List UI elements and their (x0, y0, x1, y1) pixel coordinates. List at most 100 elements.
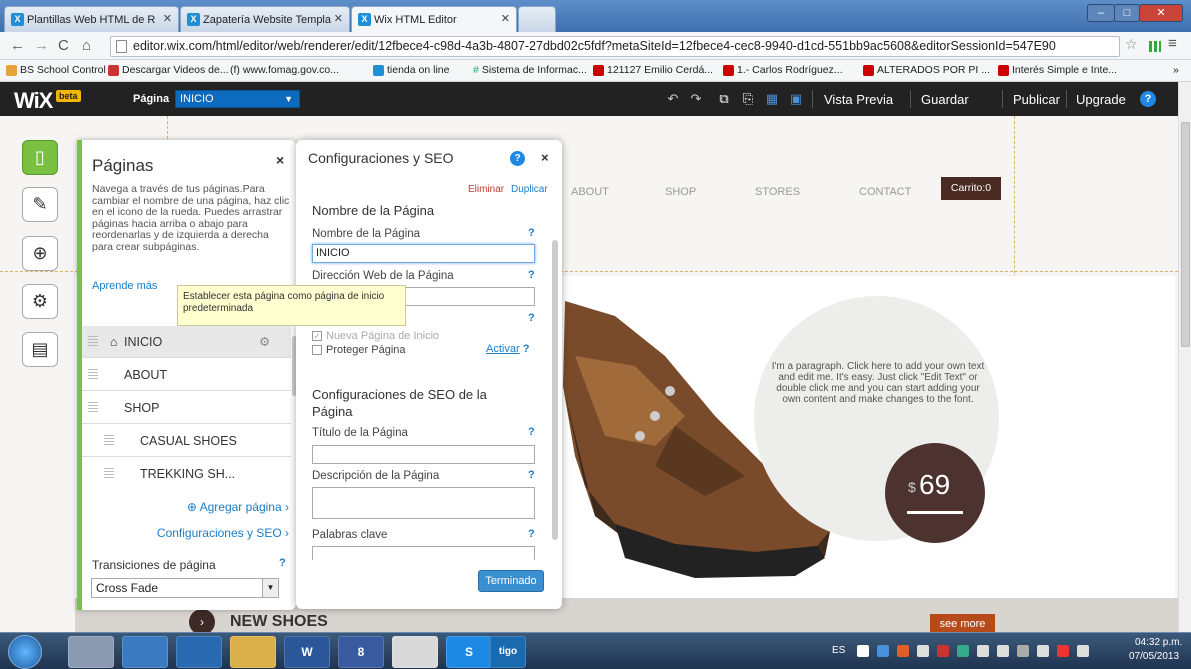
activate-link[interactable]: Activar ? (486, 343, 529, 355)
bookmark-item[interactable]: Interés Simple e Inte... (998, 64, 1117, 76)
help-icon[interactable]: ? (528, 312, 535, 324)
site-nav-stores[interactable]: STORES (755, 186, 800, 198)
page-item-casual-shoes[interactable]: CASUAL SHOES (82, 425, 291, 457)
browser-tab[interactable]: X Plantillas Web HTML de R ✕ (4, 6, 179, 32)
chrome-app-icon[interactable] (392, 636, 438, 668)
help-icon[interactable]: ? (528, 528, 535, 540)
tray-icon[interactable] (1077, 645, 1089, 657)
extension-icon[interactable] (1149, 41, 1161, 52)
tray-icon[interactable] (937, 645, 949, 657)
messenger-app-icon[interactable] (122, 636, 168, 668)
drag-handle-icon[interactable] (88, 402, 98, 412)
drag-handle-icon[interactable] (88, 369, 98, 379)
help-icon[interactable]: ? (528, 426, 535, 438)
home-icon[interactable]: ⌂ (82, 37, 91, 54)
cart-button[interactable]: Carrito:0 (941, 177, 1001, 200)
add-tool-icon[interactable]: ⊕ (22, 236, 58, 271)
seo-settings-link[interactable]: Configuraciones y SEO › (82, 526, 289, 540)
star-icon[interactable]: ☆ (1125, 36, 1138, 53)
close-tab-icon[interactable]: ✕ (163, 12, 172, 25)
language-indicator[interactable]: ES (832, 645, 845, 656)
back-arrow-icon[interactable]: ← (10, 37, 25, 54)
transitions-select[interactable]: Cross Fade ▼ (91, 578, 279, 598)
protect-page-checkbox[interactable]: Proteger Página (312, 344, 406, 356)
calculator-app-icon[interactable] (68, 636, 114, 668)
grid-icon[interactable]: ▦ (764, 91, 780, 107)
close-icon[interactable]: × (276, 152, 284, 168)
bookmark-item[interactable]: BS School Control (6, 64, 106, 76)
add-page-link[interactable]: ⊕ Agregar página › (82, 500, 289, 514)
close-icon[interactable]: × (541, 150, 549, 165)
clock-time[interactable]: 04:32 p.m. (1135, 637, 1182, 648)
tray-icon[interactable] (957, 645, 969, 657)
url-field[interactable]: editor.wix.com/html/editor/web/renderer/… (110, 36, 1120, 57)
drag-handle-icon[interactable] (104, 435, 114, 445)
clock-date[interactable]: 07/05/2013 (1129, 651, 1179, 662)
close-window-icon[interactable]: ✕ (1139, 4, 1183, 22)
browser-tab[interactable]: X Zapatería Website Templa ✕ (180, 6, 350, 32)
undo-icon[interactable]: ↶ (665, 91, 681, 107)
gear-icon[interactable]: ⚙ (259, 326, 270, 358)
redo-icon[interactable]: ↷ (688, 91, 704, 107)
maximize-icon[interactable]: □ (1114, 4, 1140, 22)
seo-panel-scrollbar[interactable] (552, 180, 558, 560)
tray-icon[interactable] (877, 645, 889, 657)
page-item-trekking[interactable]: TREKKING SH... (82, 458, 291, 486)
paste-icon[interactable]: ⎘ (740, 91, 756, 107)
seo-title-input[interactable] (312, 445, 535, 464)
forward-arrow-icon[interactable]: → (34, 37, 49, 54)
settings-tool-icon[interactable]: ⚙ (22, 284, 58, 319)
snap-icon[interactable]: ▣ (788, 91, 804, 107)
site-nav-contact[interactable]: CONTACT (859, 186, 911, 198)
help-icon[interactable]: ? (528, 469, 535, 481)
tray-icon[interactable] (857, 645, 869, 657)
home-page-checkbox[interactable]: ✓ Nueva Página de Inicio (312, 330, 439, 342)
help-icon[interactable]: ? (523, 343, 530, 355)
help-icon[interactable]: ? (510, 151, 525, 166)
help-icon[interactable]: ? (528, 269, 535, 281)
help-icon[interactable]: ? (279, 557, 286, 569)
minimize-icon[interactable]: – (1087, 4, 1115, 22)
bookmarks-overflow[interactable]: » (1173, 64, 1179, 76)
eight-app-icon[interactable]: 8 (338, 636, 384, 668)
bookmark-item[interactable]: # Sistema de Informac... (473, 64, 587, 76)
help-icon[interactable]: ? (1140, 91, 1156, 107)
bookmark-item[interactable]: (f) www.fomag.gov.co... (230, 64, 339, 76)
page-item-about[interactable]: ABOUT (82, 359, 291, 391)
bookmark-item[interactable]: ALTERADOS POR PI ... (863, 64, 990, 76)
pages-tool-icon[interactable]: ▯ (22, 140, 58, 175)
price-badge[interactable]: $ 69 (885, 443, 985, 543)
scrollbar-thumb[interactable] (1181, 122, 1190, 347)
copy-icon[interactable]: ⧉ (716, 91, 732, 107)
drag-handle-icon[interactable] (104, 468, 114, 478)
start-button[interactable] (8, 635, 42, 669)
bookmark-item[interactable]: tienda on line (373, 64, 449, 76)
bookmark-item[interactable]: 121127 Emilio Cerdá... (593, 64, 713, 76)
delete-link[interactable]: Eliminar (468, 184, 504, 195)
volume-icon[interactable] (1037, 645, 1049, 657)
publish-button[interactable]: Publicar (1013, 92, 1060, 107)
close-tab-icon[interactable]: ✕ (501, 12, 510, 25)
see-more-button[interactable]: see more (930, 614, 995, 634)
page-name-input[interactable]: INICIO (312, 244, 535, 263)
page-item-inicio[interactable]: ⌂ INICIO ⚙ (82, 326, 291, 358)
scrollbar-thumb[interactable] (552, 240, 558, 540)
upgrade-button[interactable]: Upgrade (1076, 92, 1126, 107)
tray-icon[interactable] (917, 645, 929, 657)
page-item-shop[interactable]: SHOP (82, 392, 291, 424)
help-icon[interactable]: ? (528, 227, 535, 239)
drag-handle-icon[interactable] (88, 336, 98, 346)
tray-icon[interactable] (977, 645, 989, 657)
bookmark-item[interactable]: 1.- Carlos Rodríguez... (723, 64, 843, 76)
menu-icon[interactable]: ≡ (1168, 35, 1177, 52)
design-tool-icon[interactable]: ✎ (22, 187, 58, 222)
done-button[interactable]: Terminado (478, 570, 544, 592)
page-scrollbar[interactable] (1178, 82, 1191, 632)
preview-button[interactable]: Vista Previa (824, 92, 893, 107)
close-tab-icon[interactable]: ✕ (334, 12, 343, 25)
page-select[interactable]: INICIO ▼ (175, 90, 300, 108)
market-tool-icon[interactable]: ▤ (22, 332, 58, 367)
tigo-app-icon[interactable]: tigo (490, 636, 526, 668)
word-app-icon[interactable]: W (284, 636, 330, 668)
network-icon[interactable] (1017, 645, 1029, 657)
